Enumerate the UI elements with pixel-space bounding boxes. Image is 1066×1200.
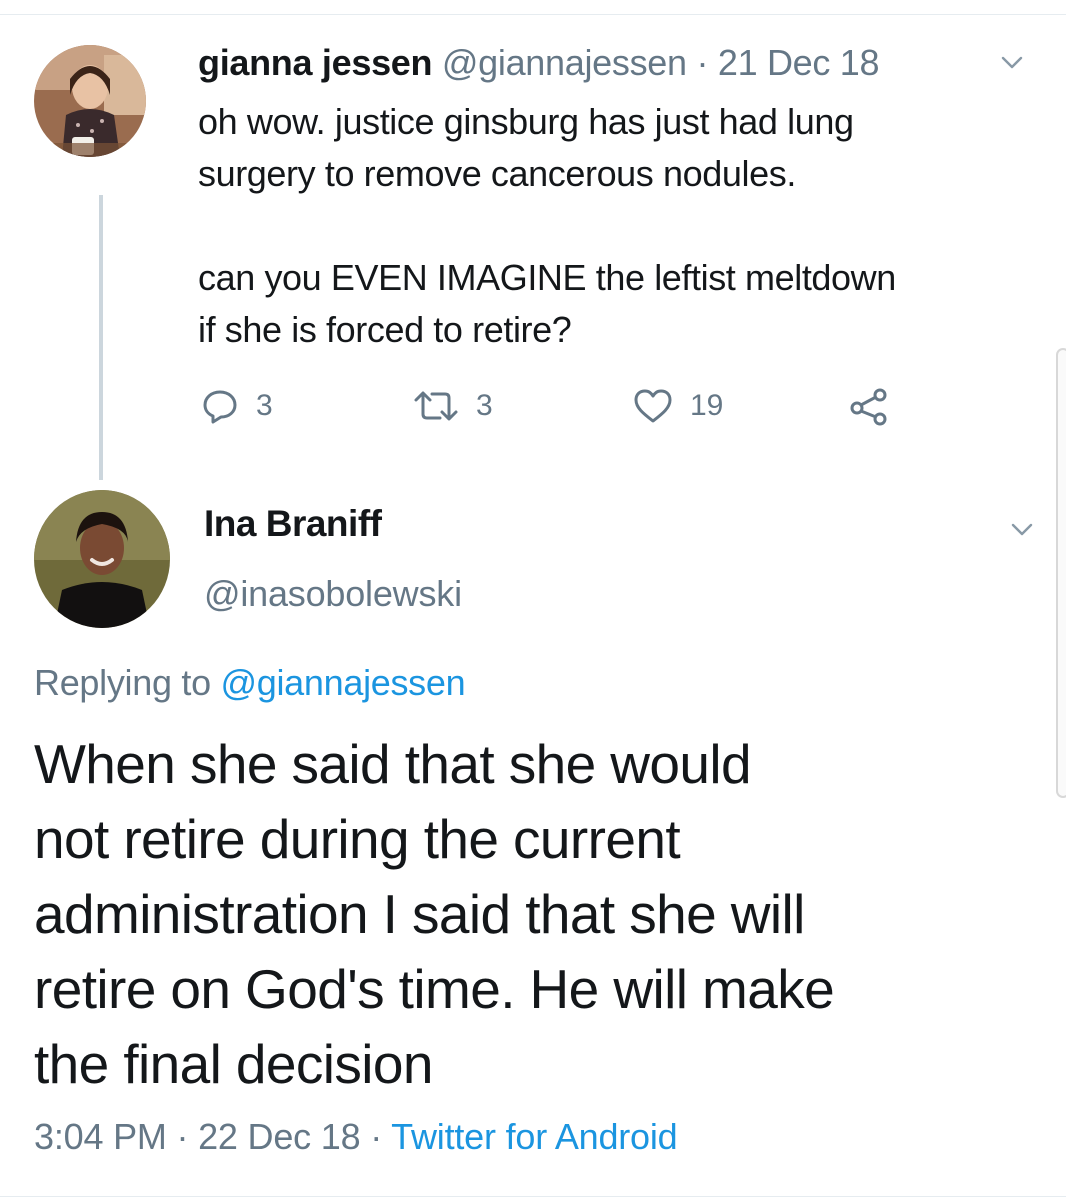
parent-text-line: if she is forced to retire? [198, 309, 572, 350]
header-separator: · [696, 42, 709, 83]
parent-text-line: oh wow. justice ginsburg has just had lu… [198, 101, 854, 142]
parent-tweet-header: gianna jessen @giannajessen · 21 Dec 18 [198, 42, 880, 84]
chevron-down-icon[interactable] [1000, 50, 1023, 72]
tweet-actions-bar: 3 3 19 [0, 386, 1066, 430]
reply-author-name[interactable]: Ina Braniff [204, 503, 382, 545]
parent-tweet-text: oh wow. justice ginsburg has just had lu… [198, 96, 1038, 356]
parent-text-line: surgery to remove cancerous nodules. [198, 153, 796, 194]
meta-separator: · [370, 1116, 383, 1157]
bottom-divider [0, 1196, 1066, 1197]
share-button[interactable] [848, 386, 890, 426]
retweet-button[interactable]: 3 [412, 386, 493, 426]
reply-tweet-meta: 3:04 PM · 22 Dec 18 · Twitter for Androi… [34, 1116, 678, 1158]
reply-icon [203, 390, 237, 424]
share-icon [850, 388, 887, 426]
parent-author-handle[interactable]: @giannajessen [442, 42, 687, 83]
reply-author-handle[interactable]: @inasobolewski [204, 573, 462, 615]
like-icon [634, 389, 672, 423]
reply-date: 22 Dec 18 [198, 1116, 361, 1157]
reply-text-line: retire on God's time. He will make [34, 958, 835, 1020]
avatar-gianna[interactable] [34, 45, 146, 157]
replying-to-line: Replying to @giannajessen [34, 662, 466, 704]
reply-time: 3:04 PM [34, 1116, 167, 1157]
thread-connector-line [99, 195, 103, 480]
like-count: 19 [690, 389, 724, 422]
reply-count: 3 [256, 389, 273, 422]
reply-button[interactable]: 3 [200, 386, 273, 426]
retweet-icon [414, 391, 458, 421]
reply-text-line: administration I said that she will [34, 883, 805, 945]
like-button[interactable]: 19 [632, 386, 723, 426]
parent-author-name[interactable]: gianna jessen [198, 42, 433, 83]
replying-to-label: Replying to [34, 662, 211, 703]
retweet-count: 3 [476, 389, 493, 422]
reply-text-line: the final decision [34, 1033, 434, 1095]
parent-tweet-date[interactable]: 21 Dec 18 [718, 42, 880, 83]
reply-text-line: not retire during the current [34, 808, 681, 870]
tweet-source-link[interactable]: Twitter for Android [391, 1116, 678, 1157]
parent-text-line: can you EVEN IMAGINE the leftist meltdow… [198, 257, 896, 298]
reply-text-line: When she said that she would [34, 733, 752, 795]
avatar-ina[interactable] [34, 490, 170, 628]
replying-to-mention[interactable]: @giannajessen [221, 662, 466, 703]
meta-separator: · [176, 1116, 189, 1157]
reply-tweet-text: When she said that she would not retire … [34, 727, 994, 1102]
scrollbar[interactable] [1056, 348, 1066, 798]
chevron-down-icon[interactable] [1010, 517, 1033, 539]
top-divider [0, 14, 1066, 15]
